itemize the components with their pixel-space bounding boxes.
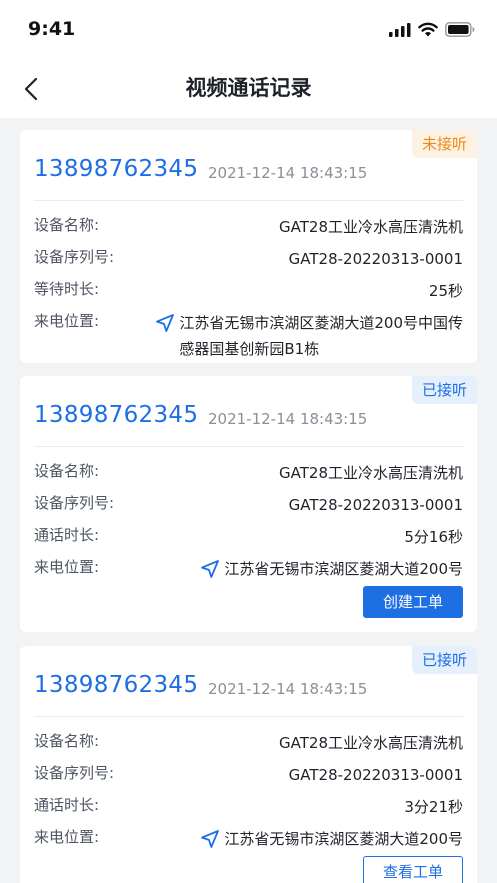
location-text: 江苏省无锡市滨湖区菱湖大道200号 (224, 830, 463, 848)
status-badge: 已接听 (411, 376, 477, 404)
view-ticket-button[interactable]: 查看工单 (363, 856, 463, 883)
call-location-label: 来电位置: (34, 312, 100, 330)
call-location-value: 江苏省无锡市滨湖区菱湖大道200号中国传 感器国基创新园B1栋 (155, 310, 463, 362)
call-datetime: 2021-12-14 18:43:15 (208, 164, 368, 182)
status-bar: 9:41 (0, 0, 497, 60)
cellular-signal-icon (389, 22, 411, 37)
location-text: 江苏省无锡市滨湖区菱湖大道200号 (224, 560, 463, 578)
navigation-arrow-icon (201, 560, 220, 578)
nav-bar: 视频通话记录 (0, 60, 497, 118)
card-header: 13898762345 2021-12-14 18:43:15 未接听 (20, 130, 477, 200)
status-badge: 未接听 (411, 130, 477, 158)
call-location-label: 来电位置: (34, 828, 100, 846)
call-duration-label: 通话时长: (34, 526, 100, 544)
device-name-row: 设备名称: GAT28工业冷水高压清洗机 (34, 730, 463, 754)
card-header: 13898762345 2021-12-14 18:43:15 已接听 (20, 646, 477, 716)
device-name-label: 设备名称: (34, 732, 100, 750)
call-record-card[interactable]: 13898762345 2021-12-14 18:43:15 已接听 设备名称… (20, 646, 477, 883)
caller-phone[interactable]: 13898762345 (34, 402, 198, 428)
device-name-label: 设备名称: (34, 216, 100, 234)
call-record-card[interactable]: 13898762345 2021-12-14 18:43:15 未接听 设备名称… (20, 130, 477, 363)
create-ticket-button[interactable]: 创建工单 (363, 586, 463, 618)
caller-phone[interactable]: 13898762345 (34, 672, 198, 698)
wait-duration-value: 25秒 (428, 282, 463, 300)
wifi-icon (418, 22, 438, 37)
status-badge: 已接听 (411, 646, 477, 674)
device-name-row: 设备名称: GAT28工业冷水高压清洗机 (34, 214, 463, 238)
device-serial-label: 设备序列号: (34, 764, 115, 782)
call-location-value: 江苏省无锡市滨湖区菱湖大道200号 (200, 826, 463, 852)
device-name-value: GAT28工业冷水高压清洗机 (279, 734, 463, 752)
divider (34, 716, 463, 717)
status-icons (389, 22, 475, 37)
page-title: 视频通话记录 (185, 76, 312, 100)
location-line-2: 感器国基创新园B1栋 (179, 340, 320, 358)
device-serial-value: GAT28-20220313-0001 (288, 250, 463, 268)
device-serial-row: 设备序列号: GAT28-20220313-0001 (34, 246, 463, 270)
call-duration-value: 3分21秒 (404, 798, 463, 816)
call-duration-row: 通话时长: 5分16秒 (34, 524, 463, 548)
call-location-label: 来电位置: (34, 558, 100, 576)
device-serial-value: GAT28-20220313-0001 (288, 766, 463, 784)
call-location-value: 江苏省无锡市滨湖区菱湖大道200号 (200, 556, 463, 582)
device-name-label: 设备名称: (34, 462, 100, 480)
device-name-row: 设备名称: GAT28工业冷水高压清洗机 (34, 460, 463, 484)
call-location-row: 来电位置: 江苏省无锡市滨湖区菱湖大道200号中国传 感器国基创新园B1栋 (34, 310, 463, 362)
device-serial-label: 设备序列号: (34, 248, 115, 266)
device-serial-label: 设备序列号: (34, 494, 115, 512)
status-time: 9:41 (28, 18, 76, 40)
call-location-row: 来电位置: 江苏省无锡市滨湖区菱湖大道200号 (34, 826, 463, 850)
battery-icon (445, 22, 475, 37)
call-location-row: 来电位置: 江苏省无锡市滨湖区菱湖大道200号 (34, 556, 463, 580)
call-duration-label: 通话时长: (34, 796, 100, 814)
navigation-arrow-icon (201, 830, 220, 848)
device-name-value: GAT28工业冷水高压清洗机 (279, 218, 463, 236)
call-duration-value: 5分16秒 (404, 528, 463, 546)
call-duration-row: 通话时长: 3分21秒 (34, 794, 463, 818)
device-serial-row: 设备序列号: GAT28-20220313-0001 (34, 762, 463, 786)
location-line-1: 江苏省无锡市滨湖区菱湖大道200号中国传 (179, 314, 463, 332)
navigation-arrow-icon (156, 314, 175, 332)
call-datetime: 2021-12-14 18:43:15 (208, 680, 368, 698)
divider (34, 200, 463, 201)
divider (34, 446, 463, 447)
wait-duration-label: 等待时长: (34, 280, 100, 298)
call-record-card[interactable]: 13898762345 2021-12-14 18:43:15 已接听 设备名称… (20, 376, 477, 632)
caller-phone[interactable]: 13898762345 (34, 156, 198, 182)
device-name-value: GAT28工业冷水高压清洗机 (279, 464, 463, 482)
device-serial-value: GAT28-20220313-0001 (288, 496, 463, 514)
call-datetime: 2021-12-14 18:43:15 (208, 410, 368, 428)
device-serial-row: 设备序列号: GAT28-20220313-0001 (34, 492, 463, 516)
wait-duration-row: 等待时长: 25秒 (34, 278, 463, 302)
card-header: 13898762345 2021-12-14 18:43:15 已接听 (20, 376, 477, 446)
